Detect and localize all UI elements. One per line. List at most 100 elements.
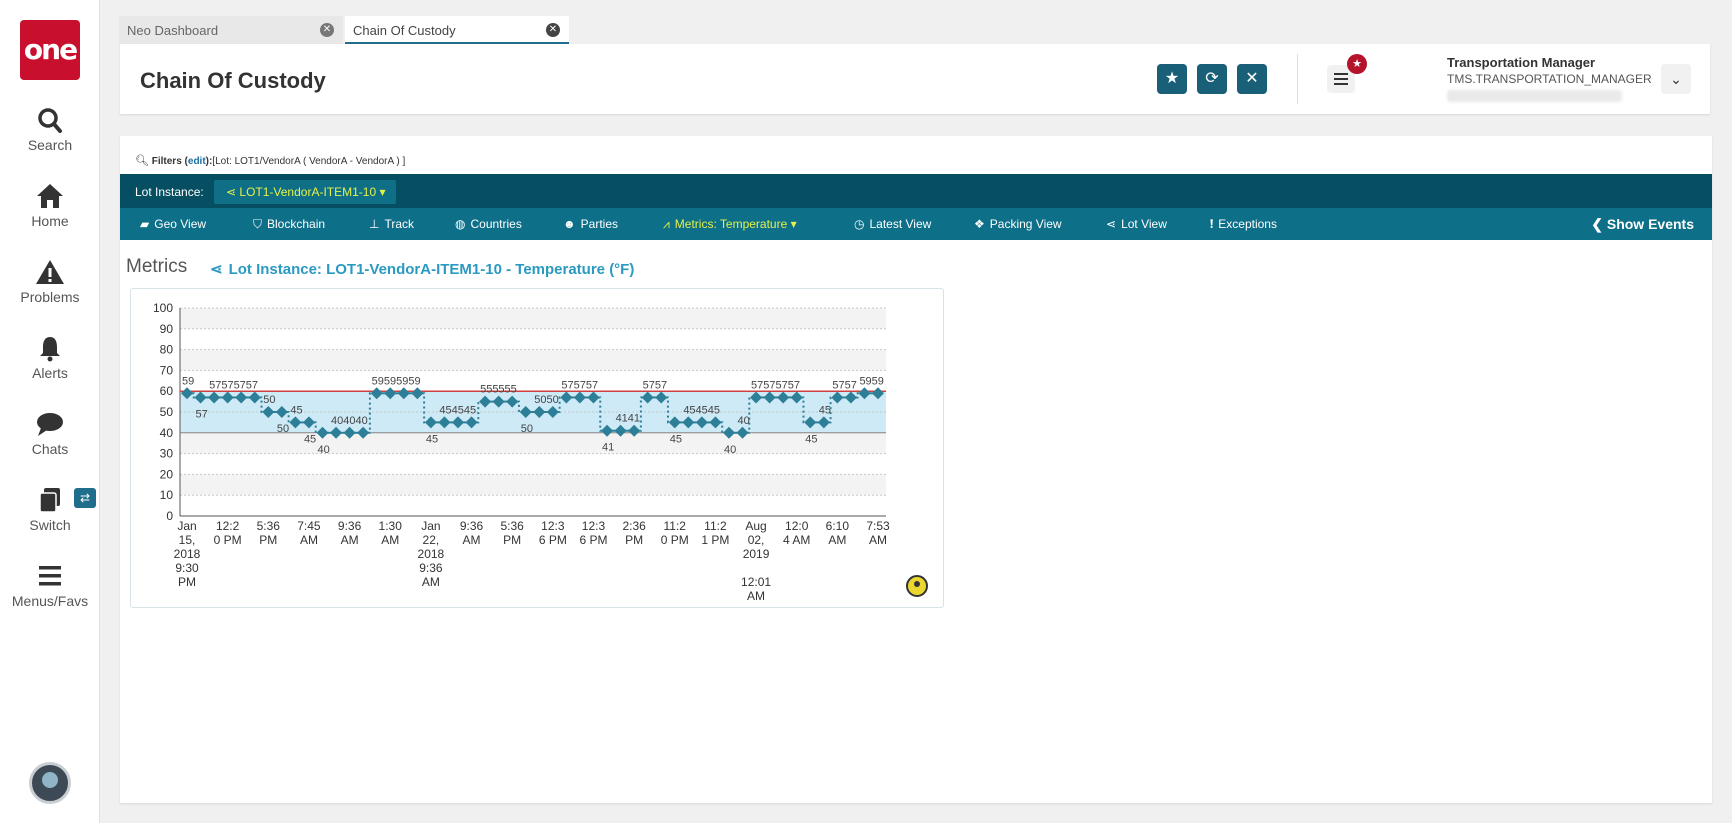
toolbar-item-label: Lot View (1121, 217, 1167, 231)
data-label: 45 (290, 404, 302, 416)
sidebar-item-alerts[interactable]: Alerts (0, 334, 100, 381)
share-icon: ⋖ (210, 261, 223, 278)
share-icon: ⋖ (226, 185, 237, 199)
x-tick-label: 1:30 AM (379, 519, 403, 547)
show-events-button[interactable]: ❮ Show Events (1591, 216, 1694, 233)
tab-exceptions[interactable]: ❗︎ Exceptions (1210, 217, 1277, 232)
tab-label: Chain Of Custody (353, 23, 456, 38)
tab-geo-view[interactable]: ▰ Geo View (140, 217, 206, 231)
toolbar-item-label: Latest View (869, 217, 932, 231)
close-tab-icon[interactable]: ✕ (320, 23, 334, 37)
data-label: 555555 (480, 384, 517, 396)
temperature-chart: 0 10 20 30 40 50 60 70 80 90 100 59 57 57575757 50 50 45… (130, 288, 944, 608)
data-label: 45 (819, 404, 831, 416)
y-tick-label: 20 (160, 467, 174, 481)
globe-icon: ◍ (455, 217, 466, 231)
x-tick-label: 9:36 AM (338, 519, 362, 547)
show-events-label: Show Events (1606, 216, 1694, 232)
caret-down-icon: ▾ (787, 217, 797, 231)
user-email-redacted (1447, 90, 1622, 102)
tab-lot-view[interactable]: ⋖ Lot View (1106, 217, 1167, 231)
sidebar-item-search[interactable]: Search (0, 106, 100, 153)
star-icon: ★ (1164, 70, 1180, 87)
data-label: 57575757 (209, 379, 258, 391)
warning-icon (35, 258, 65, 286)
tab-track[interactable]: ⊥ Track (369, 217, 414, 231)
filters-edit-link[interactable]: edit (188, 156, 206, 167)
clock-icon: ◷ (854, 217, 865, 231)
toolbar-item-label: Exceptions (1218, 217, 1277, 231)
toolbar-item-label: Blockchain (267, 217, 326, 231)
favorite-button[interactable]: ★ (1157, 64, 1187, 94)
lot-instance-label: Lot Instance: (135, 185, 204, 199)
left-sidebar: one Search Home Problems Alerts Chats Sw… (0, 0, 100, 823)
lot-instance-value: LOT1-VendorA-ITEM1-10 (239, 185, 377, 199)
tab-parties[interactable]: ☻ Parties (563, 217, 618, 231)
lot-instance-bar: Lot Instance: ⋖ LOT1-VendorA-ITEM1-10 ▾ (120, 174, 1712, 208)
tab-packing-view[interactable]: ❖ Packing View (974, 217, 1062, 231)
data-label: 50 (263, 394, 275, 406)
location-pin-icon[interactable] (906, 575, 928, 597)
avatar[interactable] (29, 762, 71, 804)
x-tick-label: 12:3 6 PM (579, 519, 607, 547)
x-tick-label: Jan 22, 2018 9:36 AM (418, 519, 445, 589)
tab-blockchain[interactable]: ⛉ Blockchain (253, 217, 325, 232)
data-label: 45 (805, 433, 817, 445)
data-label: 45 (426, 433, 438, 445)
tab-label: Neo Dashboard (127, 23, 219, 38)
switch-arrows-icon[interactable]: ⇄ (74, 488, 96, 508)
data-label: 45 (670, 433, 682, 445)
sidebar-item-chats[interactable]: Chats (0, 410, 100, 457)
grid-band (180, 474, 886, 496)
data-label: 57575757 (751, 379, 800, 391)
switch-icon (35, 486, 65, 514)
refresh-button[interactable]: ⟳ (1197, 64, 1227, 94)
sidebar-item-home[interactable]: Home (0, 182, 100, 229)
grid-band (180, 432, 886, 454)
favorites-badge-icon[interactable]: ★ (1347, 54, 1367, 74)
toolbar-item-label: Packing View (989, 217, 1062, 231)
metrics-subtitle-text: Lot Instance: LOT1-VendorA-ITEM1-10 - Te… (228, 261, 635, 278)
x-tick-label: 11:2 1 PM (701, 519, 729, 547)
lot-instance-dropdown[interactable]: ⋖ LOT1-VendorA-ITEM1-10 ▾ (214, 180, 396, 204)
y-tick-label: 10 (160, 488, 174, 502)
x-tick-label: 6:10 AM (826, 519, 850, 547)
sidebar-item-menus-favs[interactable]: Menus/Favs (0, 562, 100, 609)
user-name: Transportation Manager (1447, 55, 1596, 70)
x-tick-label: 12:3 6 PM (539, 519, 567, 547)
sidebar-item-label: Switch (29, 517, 71, 533)
data-label: 5757 (643, 379, 667, 391)
tab-chain-of-custody[interactable]: Chain Of Custody ✕ (345, 16, 569, 44)
data-label: 57 (196, 408, 208, 420)
x-tick-label: 12:2 0 PM (214, 519, 242, 547)
chart-icon: ⩘ (663, 217, 670, 231)
user-menu-chevron-down-icon[interactable]: ⌄ (1661, 64, 1691, 94)
tab-neo-dashboard[interactable]: Neo Dashboard ✕ (119, 16, 343, 44)
data-label: 50 (277, 423, 289, 435)
view-toolbar: ▰ Geo View ⛉ Blockchain ⊥ Track ◍ Countries … (120, 208, 1712, 240)
one-logo[interactable]: one (20, 20, 80, 80)
toolbar-item-label: Countries (470, 217, 522, 231)
data-label: 404040 (331, 415, 368, 427)
sidebar-item-label: Alerts (32, 365, 68, 381)
page-header: Chain Of Custody ★ ⟳ ✕ ★ Transportation … (120, 44, 1710, 114)
tab-metrics-temperature[interactable]: ⩘ Metrics: Temperature ▾ (663, 217, 797, 232)
x-tick-label: 12:0 4 AM (783, 519, 810, 547)
tab-countries[interactable]: ◍ Countries (455, 217, 522, 231)
menu-icon (35, 562, 65, 590)
data-label: 40 (738, 415, 750, 427)
x-tick-label: Jan 15, 2018 9:30 PM (174, 519, 201, 589)
y-tick-label: 70 (160, 363, 174, 377)
toolbar-item-label: Parties (580, 217, 618, 231)
page-title: Chain Of Custody (140, 68, 326, 93)
close-tab-icon[interactable]: ✕ (546, 23, 560, 37)
data-label: 59595959 (372, 375, 421, 387)
sidebar-item-problems[interactable]: Problems (0, 258, 100, 305)
x-tick-label: 2:36 PM (622, 519, 646, 547)
close-button[interactable]: ✕ (1237, 64, 1267, 94)
sidebar-item-label: Search (27, 137, 73, 153)
dropbox-icon: ❖ (974, 217, 985, 231)
tab-latest-view[interactable]: ◷ Latest View (854, 217, 931, 231)
refresh-icon: ⟳ (1205, 70, 1219, 87)
chevron-left-icon: ❮ (1591, 216, 1607, 232)
